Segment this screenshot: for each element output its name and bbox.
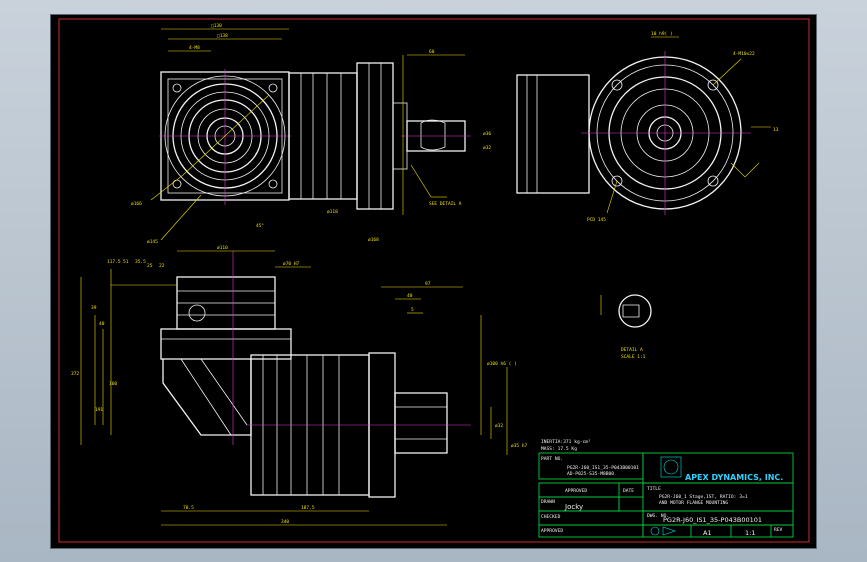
top-gear-housing (288, 55, 471, 215)
inertia-text: INERTIA:371 kg-cm² (541, 439, 591, 445)
dim-right-5: 5 (411, 307, 414, 313)
title-line-2: AND MOTOR FLANGE MOUNTING (659, 500, 728, 506)
part-no-label: PART NO. (541, 456, 563, 462)
dim-right-shaft: ø32 (495, 423, 503, 429)
dim-top-w2: □138 (217, 33, 228, 39)
drawn-label: DRAWN (541, 499, 555, 505)
size-value: A1 (703, 529, 712, 537)
approved2-label: APPROVED (541, 528, 563, 534)
dim-bottom-3: 340 (281, 519, 289, 525)
dim-top-dia-d: ø168 (368, 237, 379, 243)
dim-left-h1: 117.5 (107, 259, 121, 265)
title-label: TITLE (647, 486, 661, 492)
rev-label: REV (774, 527, 783, 533)
dim-left-h5: 22 (159, 263, 165, 269)
scale-value: 1:1 (745, 529, 755, 537)
dim-left-h2: 51 (123, 259, 129, 265)
drawing-sheet: □130 □138 4-M8 60 ø166 ø145 ø118 ø168 45… (50, 14, 817, 549)
company-name: APEX DYNAMICS, INC. (685, 473, 783, 482)
dim-left-w-top: ø110 (217, 245, 228, 251)
title-block: INERTIA:371 kg-cm² MASS: 17.5 Kg PART NO… (538, 439, 794, 538)
bolt-holes-label: 4-M10x22 (733, 51, 755, 57)
detail-title: DETAIL A (621, 347, 643, 353)
part-no-2: AD-P025-S35-M8B00 (567, 471, 614, 477)
dim-top-len: 60 (429, 49, 435, 55)
cad-viewport: □130 □138 4-M8 60 ø166 ø145 ø118 ø168 45… (0, 0, 867, 562)
cad-drawing: □130 □138 4-M8 60 ø166 ø145 ø118 ø168 45… (58, 18, 810, 543)
dim-bottom-1: 78.5 (183, 505, 194, 511)
dim-left-h3: 35.5 (135, 259, 146, 265)
dim-left-v1: 39 (91, 305, 97, 311)
dim-right-fit: ø100 h6 ( ) (487, 361, 517, 367)
top-view-dimensions: □130 □138 4-M8 60 ø166 ø145 ø118 ø168 45… (131, 23, 491, 245)
top-right-flange-view: 10 h9( ) 13 4-M10x22 PCD 145 (516, 31, 779, 223)
pcd-label: PCD 145 (587, 217, 606, 223)
dim-left-v3: 160 (109, 381, 117, 387)
dim-top-dia-b: ø145 (147, 239, 158, 245)
see-detail-label: SEE DETAIL A (429, 201, 462, 207)
dim-left-v4: 191 (95, 407, 103, 413)
dim-right-shaft2: ø35 h7 (511, 443, 528, 449)
dim-top-w1: □130 (211, 23, 222, 29)
dim-shaft-d1: ø36 (483, 131, 491, 137)
dim-shaft-d2: ø32 (483, 145, 491, 151)
dim-right-97: 97 (425, 281, 431, 287)
detail-scale: SCALE 1:1 (621, 354, 646, 360)
checked-label: CHECKED (541, 514, 561, 520)
drawn-by: Jocky (564, 503, 583, 511)
dim-left-v2: 40 (99, 321, 105, 327)
detail-a: DETAIL A SCALE 1:1 (600, 294, 652, 360)
bottom-view-dimensions: 117.5 51 35.5 25 22 ø110 ø70 H7 372 39 4… (71, 245, 528, 526)
dim-right-13: 13 (773, 127, 779, 133)
dim-left-fit: ø70 H7 (283, 261, 300, 267)
dim-right-key: 10 h9( ) (651, 31, 673, 37)
dim-top-ang: 45° (256, 223, 264, 229)
bottom-side-view (160, 251, 471, 498)
dim-left-total: 372 (71, 371, 79, 377)
part-no-1: PG2R-J60_IS1_35-P043B00101 (567, 465, 639, 471)
dim-top-dia-a: ø166 (131, 201, 142, 207)
dim-bottom-2: 187.5 (301, 505, 315, 511)
dim-left-h4: 25 (147, 263, 153, 269)
date-label: DATE (623, 488, 634, 494)
top-left-end-view (159, 69, 291, 205)
title-line-1: PG2R-J60_1 Stage,1ST, RATIO: 3=1 (659, 494, 748, 500)
mass-text: MASS: 17.5 Kg (541, 446, 577, 452)
dim-top-dia-c: ø118 (327, 209, 338, 215)
drawing-frame (58, 18, 810, 543)
dim-top-d1: 4-M8 (189, 45, 200, 51)
approved-label: APPROVED (565, 488, 587, 494)
dim-right-40: 40 (407, 293, 413, 299)
dwg-no: PG2R-J60_IS1_35-P043B00101 (663, 516, 762, 524)
